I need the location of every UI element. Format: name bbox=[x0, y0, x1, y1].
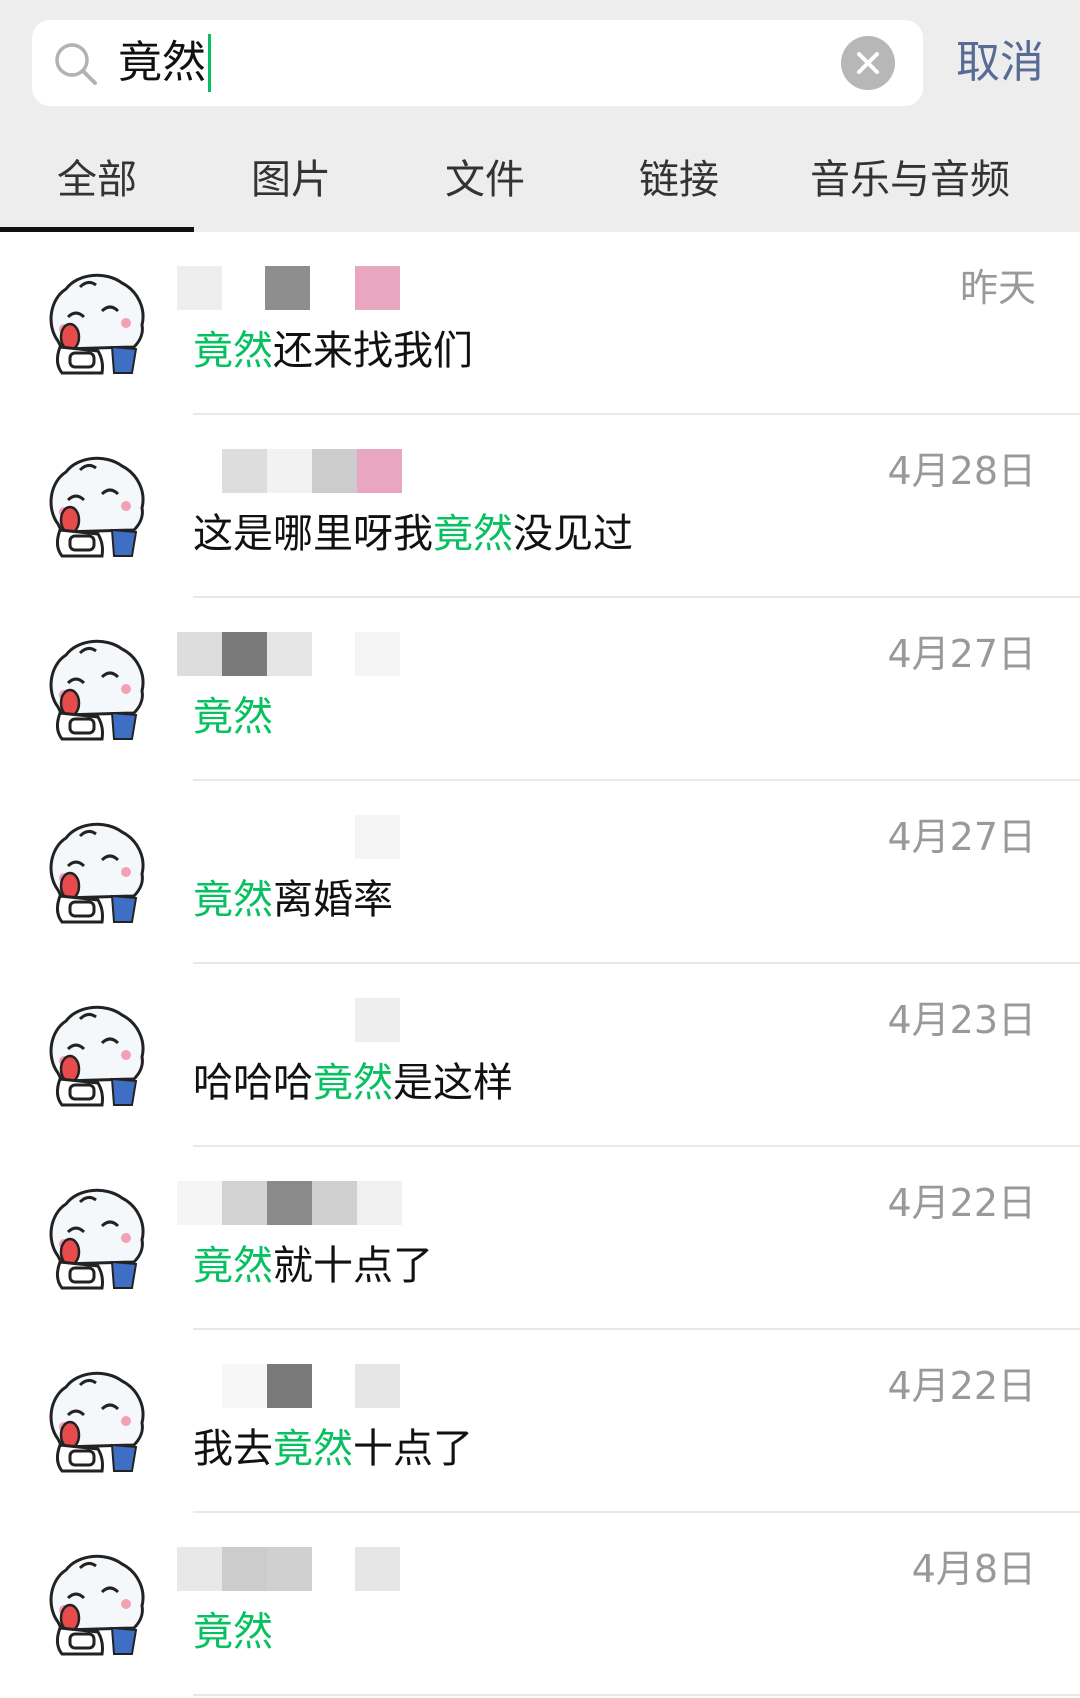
keyword-highlight: 竟然 bbox=[193, 1243, 273, 1289]
text-caret bbox=[208, 34, 211, 92]
redacted-block bbox=[177, 1181, 222, 1225]
clear-search-button[interactable] bbox=[841, 36, 895, 90]
list-item[interactable]: 4月22日 我去竟然十点了 bbox=[0, 1330, 1080, 1513]
keyword-highlight: 竟然 bbox=[193, 877, 273, 923]
message-snippet: 竟然 bbox=[193, 690, 273, 744]
filter-tabs: 全部 图片 文件 链接 音乐与音频 bbox=[0, 128, 1080, 232]
list-item[interactable]: 4月23日 哈哈哈竟然是这样 bbox=[0, 964, 1080, 1147]
keyword-highlight: 竟然 bbox=[313, 1060, 393, 1106]
redacted-block bbox=[177, 1547, 222, 1591]
redacted-block bbox=[222, 1364, 267, 1408]
message-date: 4月27日 bbox=[887, 815, 1036, 859]
tab-images[interactable]: 图片 bbox=[194, 128, 388, 232]
redacted-block bbox=[355, 815, 400, 859]
message-snippet: 这是哪里呀我竟然没见过 bbox=[193, 511, 633, 557]
message-snippet: 我去竟然十点了 bbox=[193, 1426, 473, 1472]
redacted-block bbox=[177, 632, 222, 676]
avatar[interactable] bbox=[40, 1182, 152, 1294]
search-query[interactable]: 竟然 bbox=[118, 34, 211, 92]
message-snippet: 竟然离婚率 bbox=[193, 877, 393, 923]
keyword-highlight: 竟然 bbox=[433, 511, 513, 557]
search-results-list: 昨天 竟然还来找我们 4月28日 这是哪里呀我竟然没见过 4月27日 竟然 4月… bbox=[0, 232, 1080, 1696]
redacted-block bbox=[357, 449, 402, 493]
redacted-block bbox=[267, 1547, 312, 1591]
redacted-block bbox=[222, 449, 267, 493]
message-snippet: 竟然就十点了 bbox=[193, 1243, 433, 1289]
message-date: 4月22日 bbox=[887, 1181, 1036, 1225]
keyword-highlight: 竟然 bbox=[193, 328, 273, 374]
list-item[interactable]: 4月22日 竟然就十点了 bbox=[0, 1147, 1080, 1330]
keyword-highlight: 竟然 bbox=[273, 1426, 353, 1472]
search-icon bbox=[55, 43, 97, 85]
search-bar: 竟然 取消 bbox=[0, 0, 1080, 128]
redacted-block bbox=[357, 1181, 402, 1225]
message-date: 4月23日 bbox=[887, 998, 1036, 1042]
redacted-block bbox=[267, 1181, 312, 1225]
keyword-highlight: 竟然 bbox=[193, 694, 273, 740]
tab-music-audio[interactable]: 音乐与音频 bbox=[780, 128, 1040, 232]
redacted-block bbox=[267, 1364, 312, 1408]
avatar[interactable] bbox=[40, 267, 152, 379]
list-item[interactable]: 4月28日 这是哪里呀我竟然没见过 bbox=[0, 415, 1080, 598]
list-item[interactable]: 4月8日 竟然 bbox=[0, 1513, 1080, 1696]
list-item[interactable]: 4月27日 竟然离婚率 bbox=[0, 781, 1080, 964]
message-date: 4月22日 bbox=[887, 1364, 1036, 1408]
tab-links[interactable]: 链接 bbox=[582, 128, 776, 232]
message-date: 4月27日 bbox=[887, 632, 1036, 676]
message-snippet: 哈哈哈竟然是这样 bbox=[193, 1060, 513, 1106]
redacted-block bbox=[355, 1547, 400, 1591]
cancel-button[interactable]: 取消 bbox=[956, 34, 1044, 92]
redacted-block bbox=[355, 998, 400, 1042]
redacted-block bbox=[355, 1364, 400, 1408]
redacted-block bbox=[265, 266, 310, 310]
redacted-block bbox=[267, 632, 312, 676]
redacted-block bbox=[312, 1181, 357, 1225]
redacted-block bbox=[222, 1181, 267, 1225]
avatar[interactable] bbox=[40, 816, 152, 928]
message-snippet: 竟然还来找我们 bbox=[193, 328, 473, 374]
redacted-block bbox=[355, 266, 400, 310]
list-item[interactable]: 4月27日 竟然 bbox=[0, 598, 1080, 781]
redacted-block bbox=[355, 632, 400, 676]
message-date: 昨天 bbox=[959, 266, 1036, 310]
message-date: 4月8日 bbox=[911, 1547, 1036, 1591]
list-item[interactable]: 昨天 竟然还来找我们 bbox=[0, 232, 1080, 415]
avatar[interactable] bbox=[40, 1365, 152, 1477]
avatar[interactable] bbox=[40, 1548, 152, 1660]
redacted-block bbox=[222, 632, 267, 676]
redacted-block bbox=[222, 1547, 267, 1591]
redacted-block bbox=[267, 449, 312, 493]
tab-all[interactable]: 全部 bbox=[0, 128, 194, 232]
avatar[interactable] bbox=[40, 450, 152, 562]
redacted-block bbox=[177, 266, 222, 310]
avatar[interactable] bbox=[40, 999, 152, 1111]
redacted-block bbox=[312, 449, 357, 493]
avatar[interactable] bbox=[40, 633, 152, 745]
search-input[interactable]: 竟然 bbox=[32, 20, 923, 106]
tab-files[interactable]: 文件 bbox=[388, 128, 582, 232]
message-snippet: 竟然 bbox=[193, 1605, 273, 1659]
keyword-highlight: 竟然 bbox=[193, 1609, 273, 1655]
divider bbox=[193, 1694, 1080, 1696]
clear-icon bbox=[857, 52, 879, 74]
message-date: 4月28日 bbox=[887, 449, 1036, 493]
